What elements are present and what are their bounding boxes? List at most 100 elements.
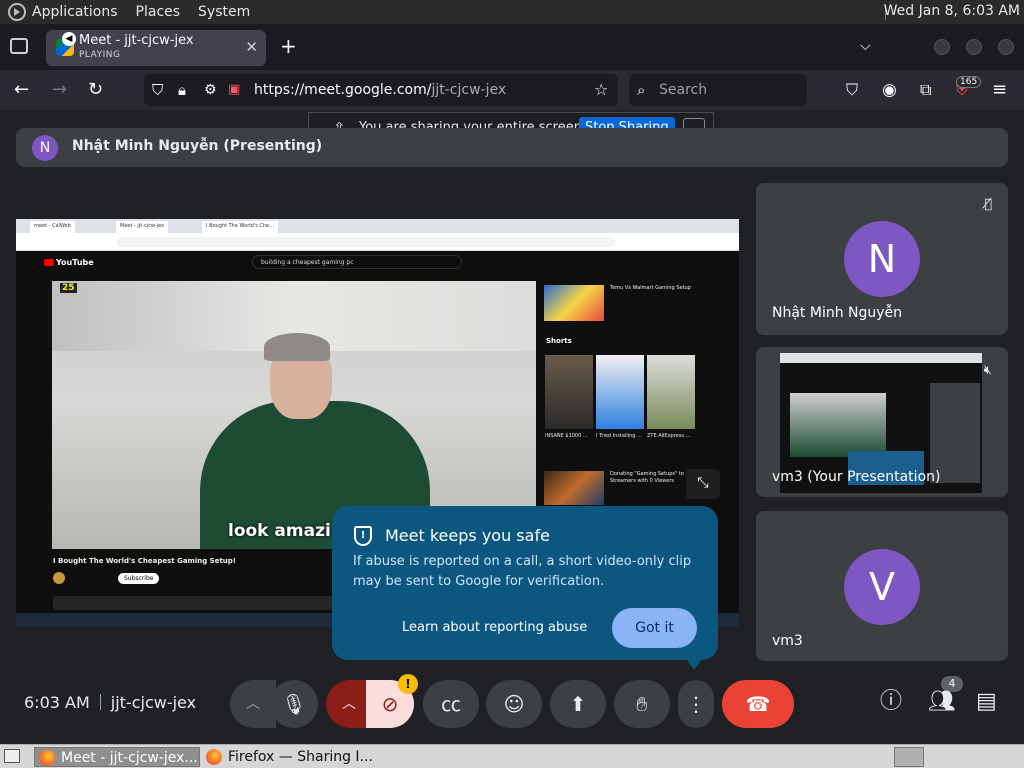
extensions-icon[interactable]: ⧉ bbox=[920, 80, 931, 100]
url-bar[interactable]: ⛉ 🔒︎ ⚙ ▣ https://meet.google.com/jjt-cjc… bbox=[144, 74, 618, 106]
tab-status: PLAYING bbox=[79, 50, 121, 60]
presenter-bar: N Nhật Minh Nguyễn (Presenting) bbox=[16, 128, 1008, 167]
meeting-time: 6:03 AM bbox=[24, 693, 90, 712]
forward-arrow-icon[interactable]: → bbox=[52, 80, 67, 100]
firefox-icon bbox=[206, 749, 222, 765]
shared-browser-tabs: meet - CalWeb Meet - jjt-cjcw-jex I Boug… bbox=[16, 219, 739, 233]
system-top-panel: Applications Places System Wed Jan 8, 6:… bbox=[0, 0, 1024, 24]
related-thumbnail bbox=[544, 471, 604, 505]
speaker-playing-icon[interactable]: ◀ bbox=[62, 32, 76, 46]
participant-tile-presentation[interactable]: 🔇︎ vm3 (Your Presentation) bbox=[756, 347, 1008, 497]
account-icon[interactable]: ◉ bbox=[882, 80, 897, 100]
participant-avatar: V bbox=[844, 549, 920, 625]
participant-avatar: N bbox=[844, 221, 920, 297]
participant-tile[interactable]: V vm3 bbox=[756, 511, 1008, 661]
learn-reporting-abuse-link[interactable]: Learn about reporting abuse bbox=[402, 620, 587, 635]
people-icon[interactable]: 👥︎ bbox=[928, 690, 956, 714]
taskbar-item-firefox-sharing[interactable]: Firefox — Sharing I... bbox=[202, 747, 392, 767]
reload-icon[interactable]: ↻ bbox=[88, 80, 103, 100]
bookmark-star-icon[interactable]: ☆ bbox=[594, 80, 608, 100]
maximize-window-button[interactable] bbox=[966, 39, 982, 55]
meeting-info: 6:03 AM jjt-cjcw-jex bbox=[24, 693, 196, 712]
shared-tab: Meet - jjt-cjcw-jex bbox=[116, 221, 169, 233]
tab-title: Meet - jjt-cjcw-jex bbox=[79, 33, 194, 48]
youtube-logo: YouTube bbox=[44, 258, 94, 267]
popup-tail bbox=[684, 656, 704, 670]
browser-tab-strip: ◀ Meet - jjt-cjcw-jex PLAYING ✕ + ⌵ bbox=[0, 24, 1024, 70]
end-call-icon[interactable]: ☎ bbox=[722, 680, 794, 728]
person-cap bbox=[264, 333, 330, 361]
participant-name: vm3 bbox=[772, 633, 803, 649]
presenter-label: Nhật Minh Nguyễn (Presenting) bbox=[72, 138, 323, 154]
shield-icon: ! bbox=[354, 526, 372, 546]
present-icon[interactable]: ⬆ bbox=[550, 680, 606, 728]
search-placeholder: Search bbox=[659, 82, 708, 98]
mic-off-icon: 🔇︎ bbox=[983, 363, 992, 378]
participant-tile[interactable]: 🎙̸ N Nhật Minh Nguyễn bbox=[756, 183, 1008, 335]
close-tab-icon[interactable]: ✕ bbox=[245, 38, 258, 56]
show-desktop-icon[interactable] bbox=[4, 749, 20, 763]
shared-tab: I Bought The World's Che... bbox=[202, 221, 278, 233]
captions-icon[interactable]: ㏄ bbox=[423, 680, 479, 728]
pocket-icon[interactable]: ⛉ bbox=[846, 80, 858, 100]
workspace-switcher[interactable] bbox=[894, 747, 924, 767]
short-thumbnail bbox=[596, 355, 644, 429]
tab-list-icon[interactable] bbox=[10, 38, 28, 54]
short-title: ZTE AliExpress ... bbox=[647, 433, 691, 439]
extension-badge: 165 bbox=[956, 76, 982, 88]
mic-off-icon: 🎙̸ bbox=[984, 197, 992, 212]
close-window-button[interactable] bbox=[998, 39, 1014, 55]
url-text[interactable]: https://meet.google.com/jjt-cjcw-jex bbox=[254, 82, 506, 98]
hamburger-menu-icon[interactable]: ≡ bbox=[992, 80, 1007, 100]
mic-icon[interactable]: 🎙︎ bbox=[270, 680, 318, 728]
tracking-shield-icon[interactable]: ⛉ bbox=[152, 80, 163, 100]
short-title: INSANE $1000 ... bbox=[545, 433, 588, 439]
emoji-icon[interactable]: ☺ bbox=[486, 680, 542, 728]
places-menu[interactable]: Places bbox=[136, 4, 181, 20]
video-title: I Bought The World's Cheapest Gaming Set… bbox=[53, 557, 236, 565]
back-arrow-icon[interactable]: ← bbox=[14, 80, 29, 100]
applications-menu[interactable]: Applications bbox=[32, 4, 118, 20]
browser-nav-bar: ← → ↻ ⛉ 🔒︎ ⚙ ▣ https://meet.google.com/j… bbox=[0, 70, 1024, 110]
more-options-icon[interactable]: ⋮ bbox=[678, 680, 714, 728]
short-thumbnail bbox=[647, 355, 695, 429]
chevron-down-icon[interactable]: ⌵ bbox=[860, 38, 871, 54]
chat-icon[interactable]: ▤ bbox=[976, 690, 997, 714]
popup-title: Meet keeps you safe bbox=[385, 526, 550, 545]
got-it-button[interactable]: Got it bbox=[612, 608, 697, 648]
firefox-icon bbox=[39, 750, 55, 766]
shared-tab: meet - CalWeb bbox=[30, 221, 75, 233]
short-thumbnail bbox=[545, 355, 593, 429]
subscribe-button: Subscribe bbox=[118, 573, 160, 584]
search-bar[interactable]: ⌕ Search bbox=[629, 74, 807, 106]
meeting-code: jjt-cjcw-jex bbox=[110, 693, 197, 712]
system-clock[interactable]: Wed Jan 8, 6:03 AM bbox=[884, 3, 1020, 19]
channel-avatar bbox=[53, 572, 65, 584]
minimize-window-button[interactable] bbox=[934, 39, 950, 55]
meeting-info-icon[interactable]: ⓘ bbox=[880, 690, 902, 714]
video-timer: 25 bbox=[60, 283, 77, 293]
raise-hand-icon[interactable]: ✋︎ bbox=[614, 680, 670, 728]
desktop: Applications Places System Wed Jan 8, 6:… bbox=[0, 0, 1024, 768]
youtube-search: building a cheapest gaming pc bbox=[252, 255, 462, 269]
short-title: I Tried Installing ... bbox=[596, 433, 642, 439]
related-title: Temu Vs Walmart Gaming Setup bbox=[610, 285, 691, 291]
expand-icon[interactable]: ⤡ bbox=[686, 469, 720, 499]
participant-name: vm3 (Your Presentation) bbox=[772, 469, 941, 485]
browser-tab-meet[interactable]: ◀ Meet - jjt-cjcw-jex PLAYING ✕ bbox=[46, 30, 266, 66]
permissions-icon[interactable]: ⚙ bbox=[204, 80, 217, 100]
presenter-avatar: N bbox=[32, 135, 58, 161]
new-tab-button[interactable]: + bbox=[280, 36, 297, 56]
related-thumbnail bbox=[544, 285, 604, 321]
lock-icon[interactable]: 🔒︎ bbox=[178, 80, 186, 100]
system-menu[interactable]: System bbox=[198, 4, 250, 20]
system-taskbar: Meet - jjt-cjcw-jex... Firefox — Sharing… bbox=[0, 744, 1024, 768]
shorts-label: Shorts bbox=[546, 337, 572, 345]
warning-icon: ! bbox=[398, 674, 418, 694]
system-logo-icon[interactable] bbox=[8, 3, 26, 21]
search-icon: ⌕ bbox=[637, 81, 646, 99]
screen-share-indicator-icon[interactable]: ▣ bbox=[228, 80, 240, 100]
taskbar-item-meet[interactable]: Meet - jjt-cjcw-jex... bbox=[34, 747, 200, 767]
meet-control-bar: 6:03 AM jjt-cjcw-jex ︿ 🎙︎ ︿ ⊘ ! ㏄ ☺ ⬆ ✋︎ … bbox=[0, 674, 1024, 740]
participant-name: Nhật Minh Nguyễn bbox=[772, 305, 903, 321]
